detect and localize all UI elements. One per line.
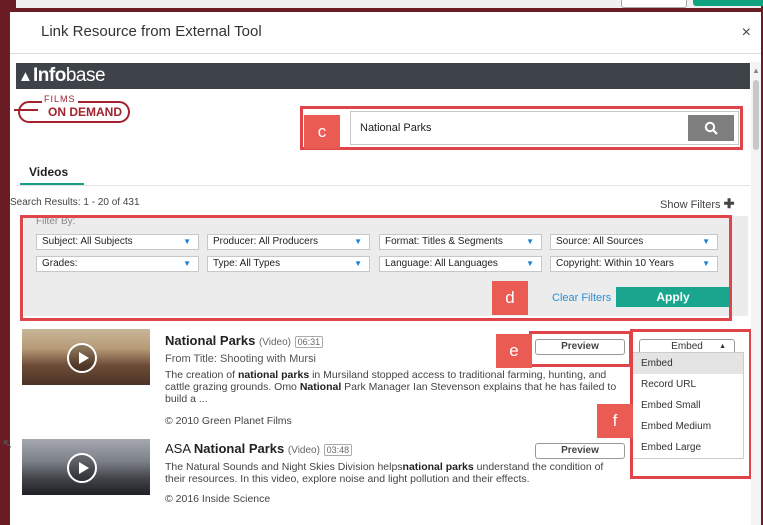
clear-filters-link[interactable]: Clear Filters bbox=[552, 292, 611, 304]
source-filter[interactable]: Source: All Sources ▼ bbox=[550, 234, 718, 250]
type-filter[interactable]: Type: All Types ▼ bbox=[207, 256, 370, 272]
subject-filter[interactable]: Subject: All Subjects ▼ bbox=[36, 234, 199, 250]
from-title: From Title: Shooting with Mursi bbox=[165, 353, 316, 365]
dropdown-caret-icon: ▼ bbox=[354, 237, 362, 246]
background-button bbox=[621, 0, 687, 8]
background-page-strip bbox=[0, 0, 763, 12]
grades-filter[interactable]: Grades: ▼ bbox=[36, 256, 199, 272]
logo-arrow bbox=[14, 109, 38, 111]
result-title[interactable]: National Parks (Video) 06:31 bbox=[165, 333, 324, 348]
embed-menu: Embed Record URL Embed Small Embed Mediu… bbox=[632, 352, 744, 459]
record-url-option[interactable]: Record URL bbox=[633, 374, 743, 395]
background-button bbox=[693, 0, 763, 6]
video-thumbnail[interactable] bbox=[22, 439, 150, 495]
filter-heading: Filter By: bbox=[36, 216, 76, 227]
copyright-text: © 2016 Inside Science bbox=[165, 493, 271, 505]
duration-badge: 03:48 bbox=[323, 444, 353, 456]
logo-films-text: FILMS bbox=[42, 94, 78, 104]
films-on-demand-logo[interactable]: FILMS ON DEMAND bbox=[14, 94, 130, 123]
annotation-label-d: d bbox=[492, 281, 528, 315]
dropdown-caret-icon: ▼ bbox=[526, 237, 534, 246]
duration-badge: 06:31 bbox=[294, 336, 324, 348]
embed-option[interactable]: Embed bbox=[633, 353, 743, 374]
result-description: The creation of national parks in Mursil… bbox=[165, 369, 617, 405]
video-thumbnail[interactable] bbox=[22, 329, 150, 385]
play-icon bbox=[67, 343, 97, 373]
search-button[interactable] bbox=[688, 115, 734, 141]
search-bar bbox=[350, 111, 739, 145]
modal-header: Link Resource from External Tool × bbox=[10, 12, 761, 54]
annotation-label-e: e bbox=[496, 334, 532, 368]
preview-button[interactable]: Preview bbox=[535, 339, 625, 355]
apply-button[interactable]: Apply bbox=[616, 287, 730, 307]
close-icon[interactable]: × bbox=[742, 24, 751, 42]
filter-panel: Filter By: Subject: All Subjects ▼ Produc… bbox=[24, 216, 748, 316]
search-icon bbox=[704, 121, 718, 135]
dropdown-caret-icon: ▼ bbox=[183, 259, 191, 268]
infobase-header: ▲Infobase bbox=[16, 63, 750, 89]
infobase-mark-icon: ▲ bbox=[18, 68, 33, 85]
modal-title: Link Resource from External Tool bbox=[41, 23, 262, 40]
scrollbar[interactable]: ▲ bbox=[751, 62, 761, 525]
copyright-filter[interactable]: Copyright: Within 10 Years ▼ bbox=[550, 256, 718, 272]
infobase-logo: ▲Infobase bbox=[18, 65, 106, 86]
results-count: Search Results: 1 - 20 of 431 bbox=[10, 197, 140, 208]
result-description: The Natural Sounds and Night Skies Divis… bbox=[165, 461, 604, 485]
background-toolbar bbox=[16, 0, 763, 8]
dropdown-caret-icon: ▼ bbox=[183, 237, 191, 246]
link-resource-modal: Link Resource from External Tool × ▲Info… bbox=[10, 12, 761, 525]
tab-videos[interactable]: Videos bbox=[29, 165, 68, 179]
logo-on-demand-text: ON DEMAND bbox=[48, 105, 122, 119]
language-filter[interactable]: Language: All Languages ▼ bbox=[379, 256, 542, 272]
preview-button[interactable]: Preview bbox=[535, 443, 625, 459]
tab-divider bbox=[16, 185, 750, 186]
annotation-label-f: f bbox=[597, 404, 633, 438]
scroll-up-icon[interactable]: ▲ bbox=[752, 66, 760, 75]
dropdown-caret-icon: ▼ bbox=[354, 259, 362, 268]
dropdown-caret-icon: ▼ bbox=[702, 237, 710, 246]
result-title[interactable]: ASA National Parks (Video) 03:48 bbox=[165, 441, 353, 456]
search-input[interactable] bbox=[353, 114, 702, 142]
show-filters-link[interactable]: Show Filters ✚ bbox=[660, 196, 735, 212]
scroll-thumb[interactable] bbox=[753, 80, 759, 150]
plus-icon: ✚ bbox=[723, 196, 735, 211]
dropdown-caret-icon: ▼ bbox=[702, 259, 710, 268]
format-filter[interactable]: Format: Titles & Segments ▼ bbox=[379, 234, 542, 250]
tool-content: ▲Infobase FILMS ON DEMAND Videos Search … bbox=[10, 54, 761, 525]
producer-filter[interactable]: Producer: All Producers ▼ bbox=[207, 234, 370, 250]
copyright-text: © 2010 Green Planet Films bbox=[165, 415, 292, 427]
embed-large-option[interactable]: Embed Large bbox=[633, 437, 743, 458]
dropdown-caret-icon: ▼ bbox=[526, 259, 534, 268]
embed-medium-option[interactable]: Embed Medium bbox=[633, 416, 743, 437]
play-icon bbox=[67, 453, 97, 483]
embed-small-option[interactable]: Embed Small bbox=[633, 395, 743, 416]
mouse-cursor-icon: ↖ bbox=[2, 436, 13, 451]
annotation-label-c: c bbox=[304, 115, 340, 149]
